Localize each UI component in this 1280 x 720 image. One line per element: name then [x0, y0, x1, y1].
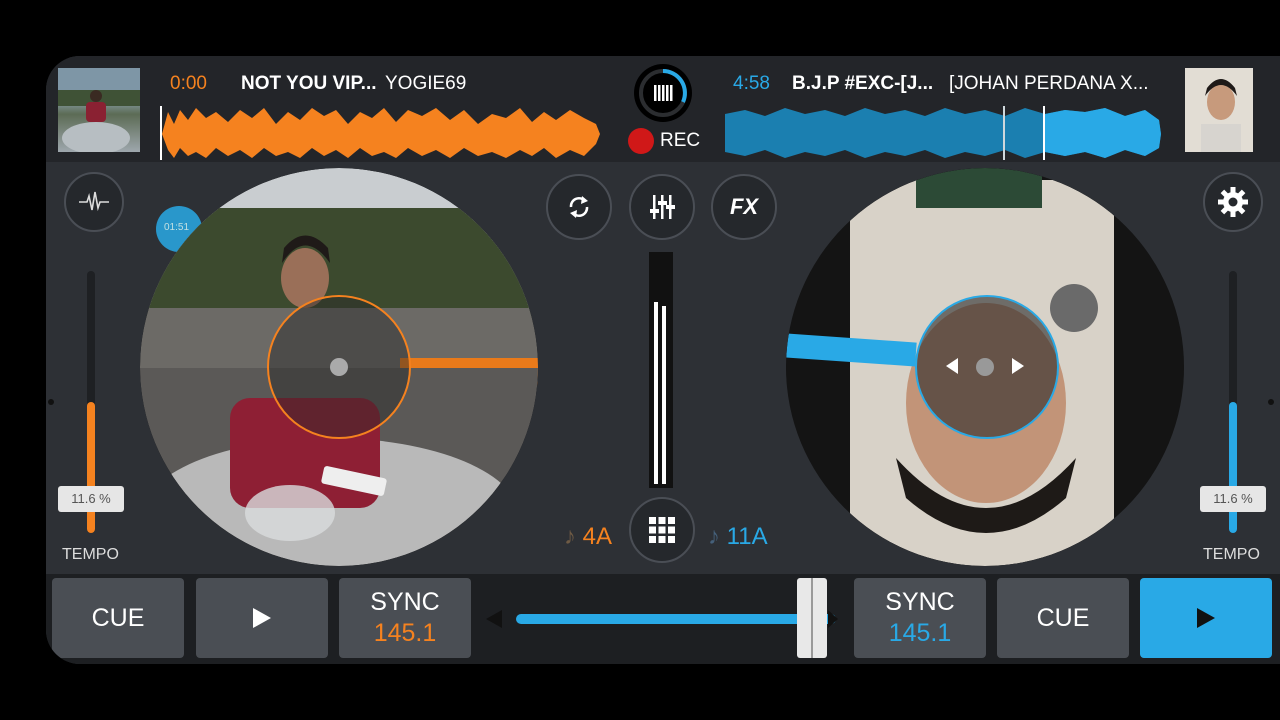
right-bpm: 145.1 — [888, 619, 952, 647]
vu-left-bar — [654, 302, 658, 484]
crossfader-handle[interactable] — [797, 578, 827, 658]
right-key: ♪ 11A — [708, 523, 768, 551]
crossfader-track[interactable] — [516, 614, 836, 624]
master-vu-meter — [649, 252, 673, 488]
waveform-view-button[interactable] — [64, 172, 124, 232]
mixer-eq-icon — [650, 195, 675, 219]
left-note-icon: ♪ — [564, 523, 576, 550]
left-tempo-center-dot — [48, 399, 54, 405]
play-icon — [1197, 608, 1215, 628]
right-play-button[interactable] — [1140, 578, 1272, 658]
left-tempo-value[interactable]: 11.6 % — [58, 486, 124, 512]
left-track-artwork[interactable] — [58, 68, 140, 152]
right-note-icon: ♪ — [708, 523, 720, 550]
right-jog-wheel[interactable] — [786, 168, 1184, 566]
right-tempo-center-dot — [1268, 399, 1274, 405]
left-jog-center-dot — [330, 358, 348, 376]
left-cue-time: 01:51 — [164, 222, 190, 233]
grid-icon — [649, 517, 675, 543]
right-track-time: 4:58 — [733, 73, 770, 94]
left-play-button[interactable] — [196, 578, 328, 658]
mixer-eq-button[interactable] — [629, 174, 695, 240]
left-track-title[interactable]: NOT YOU VIP... — [241, 73, 377, 95]
left-sync-label: SYNC — [370, 588, 440, 616]
track-info-bar: 0:00 NOT YOU VIP... YOGIE69 REC 4:58 B.J… — [46, 56, 1280, 162]
loop-sync-icon — [569, 196, 589, 218]
crossfader-left-arrow-icon[interactable] — [486, 610, 502, 628]
right-tempo-value[interactable]: 11.6 % — [1200, 486, 1266, 512]
right-track-title[interactable]: B.J.P #EXC-[J... — [792, 73, 933, 95]
right-jog-center-dot — [976, 358, 994, 376]
right-cue-button[interactable]: CUE — [997, 578, 1129, 658]
settings-button[interactable] — [1203, 172, 1263, 232]
left-cue-label: CUE — [91, 603, 145, 632]
left-key: ♪ 4A — [564, 523, 612, 551]
left-track-artist[interactable]: YOGIE69 — [385, 73, 466, 95]
nudge-right-icon[interactable] — [1012, 358, 1024, 374]
nudge-left-icon[interactable] — [946, 358, 958, 374]
right-key-value: 11A — [726, 523, 768, 550]
left-waveform[interactable] — [160, 106, 602, 160]
vu-right-bar — [662, 306, 666, 484]
waveform-pulse-icon — [79, 191, 109, 212]
right-tempo-label: TEMPO — [1203, 546, 1260, 563]
fx-button[interactable]: FX — [711, 174, 777, 240]
right-sync-label: SYNC — [885, 588, 955, 616]
left-bpm: 145.1 — [373, 619, 437, 647]
record-button[interactable] — [634, 64, 692, 122]
crossfader-right-arrow-icon[interactable] — [828, 610, 838, 628]
right-sync-button[interactable]: SYNC 145.1 — [854, 578, 986, 658]
sampler-pads-button[interactable] — [629, 497, 695, 563]
record-dot-icon[interactable] — [628, 128, 654, 154]
dj-app-screen: 0:00 NOT YOU VIP... YOGIE69 REC 4:58 B.J… — [46, 56, 1280, 664]
left-tempo-label: TEMPO — [62, 546, 119, 563]
left-track-time: 0:00 — [170, 73, 207, 94]
left-key-value: 4A — [582, 523, 613, 550]
right-tempo-fill — [1229, 402, 1237, 533]
left-jog-wheel[interactable] — [140, 168, 538, 566]
right-cue-label: CUE — [1036, 603, 1090, 632]
gear-icon — [1218, 187, 1248, 217]
right-waveform[interactable] — [725, 106, 1163, 160]
left-sync-button[interactable]: SYNC 145.1 — [339, 578, 471, 658]
fx-label: FX — [729, 194, 759, 219]
loop-sync-button[interactable] — [546, 174, 612, 240]
left-tempo-fill — [87, 402, 95, 533]
left-cue-button[interactable]: CUE — [52, 578, 184, 658]
right-track-artist[interactable]: [JOHAN PERDANA X... — [949, 73, 1149, 95]
right-track-artwork[interactable] — [1185, 68, 1253, 152]
record-label: REC — [660, 130, 701, 151]
play-icon — [253, 608, 271, 628]
